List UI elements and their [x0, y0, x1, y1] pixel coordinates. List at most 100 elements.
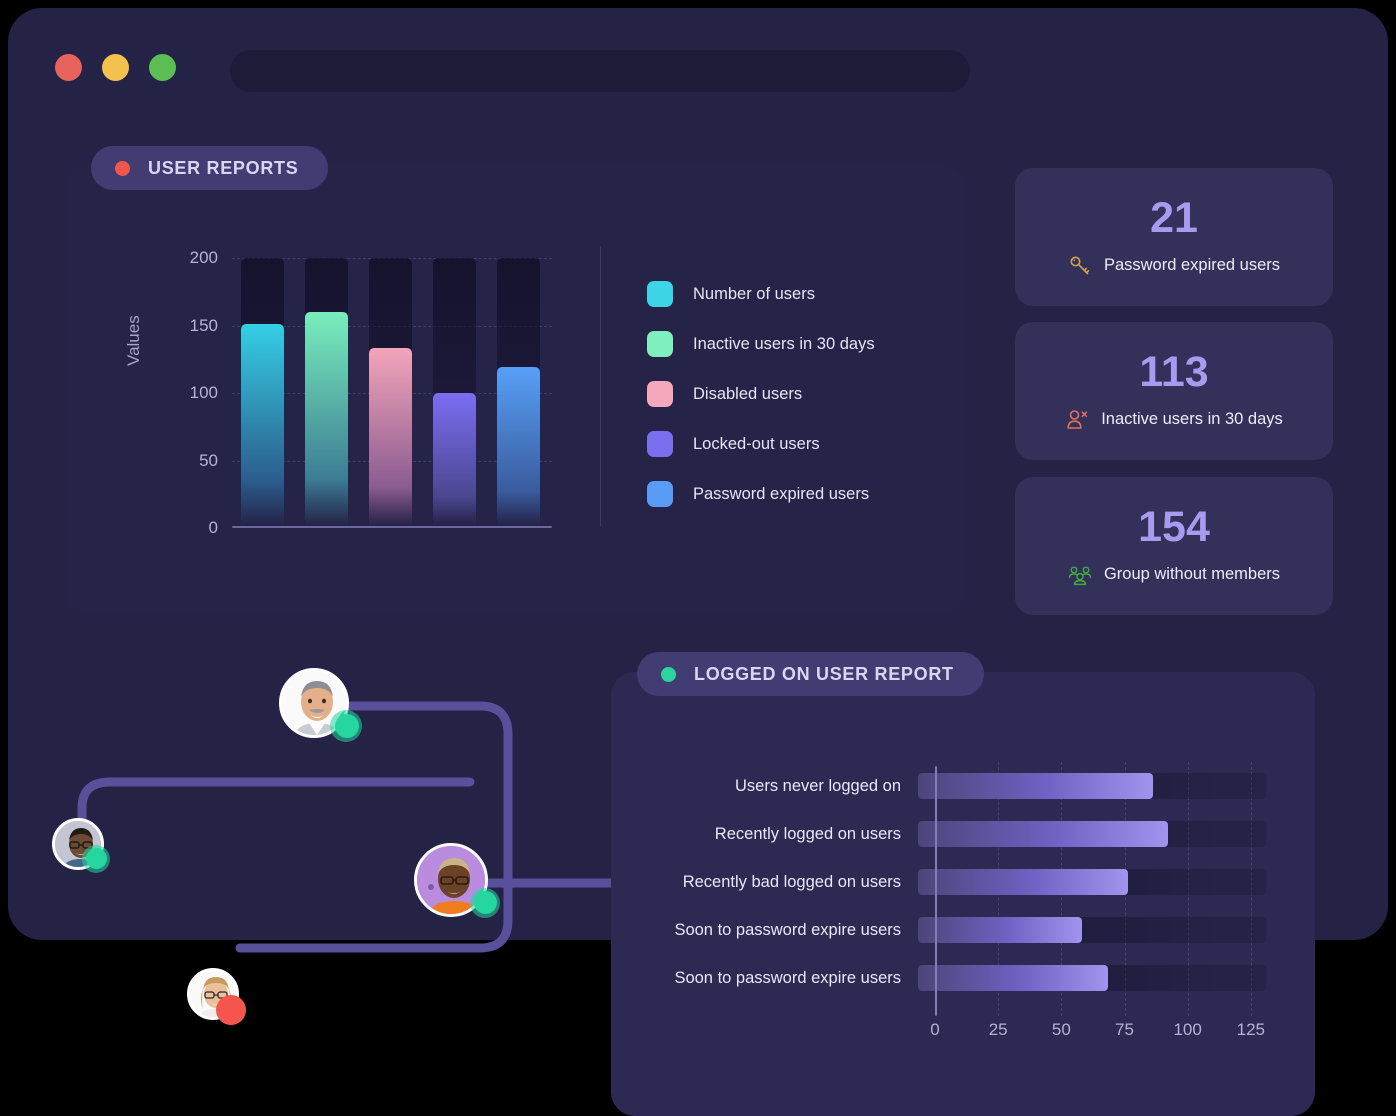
category-label: Soon to password expire users: [674, 968, 901, 987]
horizontal-bar-row: Users never logged on: [646, 762, 1266, 810]
x-axis-tick-label: 50: [1051, 1020, 1071, 1039]
bar[interactable]: [918, 917, 1083, 943]
bar[interactable]: [918, 821, 1169, 847]
bar-slot: [305, 258, 348, 526]
user-reports-bar-chart: Values 0 50 100 150 200: [124, 248, 558, 548]
legend-label: Disabled users: [693, 384, 803, 403]
x-axis-tick-label: 25: [988, 1020, 1008, 1039]
stat-card-group-without-members[interactable]: 154 Group without members: [1015, 477, 1333, 615]
category-label: Users never logged on: [734, 776, 901, 795]
legend-swatch-icon: [647, 431, 673, 457]
horizontal-bar-rows: Users never logged on Recently logged on …: [646, 762, 1266, 1002]
stat-value: 21: [1150, 193, 1198, 242]
bar-slot: [369, 258, 412, 526]
bar-track-wrapper: [918, 810, 1266, 858]
legend-item[interactable]: Number of users: [647, 280, 947, 308]
stat-card-password-expired[interactable]: 21 Password expired users: [1015, 168, 1333, 306]
category-label: Recently logged on users: [714, 824, 901, 843]
bar[interactable]: [369, 347, 412, 526]
stat-label: Group without members: [1103, 565, 1281, 583]
bar-slot: [497, 258, 540, 526]
y-axis-tick-label: 200: [189, 248, 218, 267]
chart-legend: Number of users Inactive users in 30 days…: [647, 280, 947, 530]
stat-label: Inactive users in 30 days: [1101, 410, 1283, 428]
status-indicator-online-1: [335, 714, 359, 738]
bar[interactable]: [497, 366, 540, 526]
status-indicator-offline-4: [216, 995, 246, 1025]
legend-label: Locked-out users: [693, 434, 820, 453]
user-reports-badge: USER REPORTS: [91, 146, 329, 190]
dashboard-stage: USER REPORTS Values 0 50 100 150 200 Number …: [0, 0, 1396, 1116]
logged-on-bar-chart: Users never logged on Recently logged on …: [646, 762, 1266, 1062]
y-axis-line: [935, 766, 937, 1016]
y-axis-ticks: 0 50 100 150 200: [156, 248, 218, 537]
legend-swatch-icon: [647, 281, 673, 307]
browser-titlebar: [8, 8, 1388, 108]
horizontal-bar-row: Soon to password expire users: [646, 906, 1266, 954]
horizontal-bar-row: Soon to password expire users: [646, 954, 1266, 1002]
bar-series: [232, 258, 552, 526]
y-axis-title: Values: [124, 315, 143, 366]
status-dot-icon: [115, 160, 130, 176]
bar[interactable]: [241, 323, 284, 526]
horizontal-bar-row: Recently logged on users: [646, 810, 1266, 858]
y-axis-tick-label: 150: [189, 315, 218, 335]
user-remove-icon: [1067, 409, 1088, 429]
category-label: Recently bad logged on users: [682, 872, 901, 891]
stat-card-inactive-users[interactable]: 113 Inactive users in 30 days: [1015, 322, 1333, 460]
close-button[interactable]: [55, 54, 82, 81]
bar[interactable]: [918, 773, 1153, 799]
group-icon: [1068, 566, 1092, 585]
legend-item[interactable]: Password expired users: [647, 480, 947, 508]
legend-swatch-icon: [647, 331, 673, 357]
status-dot-icon: [661, 666, 676, 682]
x-axis-tick-label: 100: [1173, 1020, 1202, 1039]
stat-row: Password expired users: [1068, 254, 1280, 278]
bar-slot: [241, 258, 284, 526]
bar[interactable]: [918, 965, 1108, 991]
status-indicator-online-2: [86, 848, 107, 869]
bar-track-wrapper: [918, 906, 1266, 954]
logged-on-report-badge: LOGGED ON USER REPORT: [637, 652, 984, 696]
legend-label: Password expired users: [693, 484, 870, 503]
legend-swatch-icon: [647, 481, 673, 507]
x-axis-tick-label: 125: [1236, 1020, 1266, 1039]
stat-value: 113: [1139, 347, 1209, 396]
horizontal-bar-row: Recently bad logged on users: [646, 858, 1266, 906]
stat-row: Group without members: [1068, 563, 1280, 587]
window-controls: [55, 54, 176, 81]
legend-label: Number of users: [693, 284, 815, 303]
stat-value: 154: [1138, 502, 1210, 551]
bar-track-wrapper: [918, 858, 1266, 906]
bar[interactable]: [918, 869, 1128, 895]
bar-slot: [433, 258, 476, 526]
legend-item[interactable]: Disabled users: [647, 380, 947, 408]
x-axis-ticks: 0 25 50 75 100 125: [930, 1020, 1266, 1050]
x-axis-tick-label: 75: [1115, 1020, 1134, 1039]
bar-track-wrapper: [918, 954, 1266, 1002]
x-axis-line: [232, 526, 552, 528]
bar[interactable]: [433, 393, 476, 526]
y-axis-tick-label: 0: [208, 518, 218, 537]
legend-item[interactable]: Locked-out users: [647, 430, 947, 458]
bar[interactable]: [305, 311, 348, 526]
status-indicator-online-3: [474, 891, 497, 914]
user-reports-title: USER REPORTS: [148, 157, 299, 178]
bar-plot-area: [232, 258, 552, 528]
y-axis-tick-label: 100: [189, 383, 218, 402]
legend-swatch-icon: [647, 381, 673, 407]
category-label: Soon to password expire users: [674, 920, 901, 939]
key-icon: [1070, 256, 1090, 274]
address-bar-input[interactable]: [230, 50, 970, 92]
avatar-connector-lines: [77, 701, 625, 953]
stat-label: Password expired users: [1103, 256, 1281, 274]
bar-track-wrapper: [918, 762, 1266, 810]
legend-divider: [600, 246, 601, 526]
stat-row: Inactive users in 30 days: [1065, 408, 1283, 432]
legend-item[interactable]: Inactive users in 30 days: [647, 330, 947, 358]
maximize-button[interactable]: [149, 54, 176, 81]
minimize-button[interactable]: [102, 54, 129, 81]
logged-on-report-title: LOGGED ON USER REPORT: [694, 663, 954, 684]
legend-label: Inactive users in 30 days: [693, 334, 875, 353]
y-axis-tick-label: 50: [199, 450, 218, 470]
